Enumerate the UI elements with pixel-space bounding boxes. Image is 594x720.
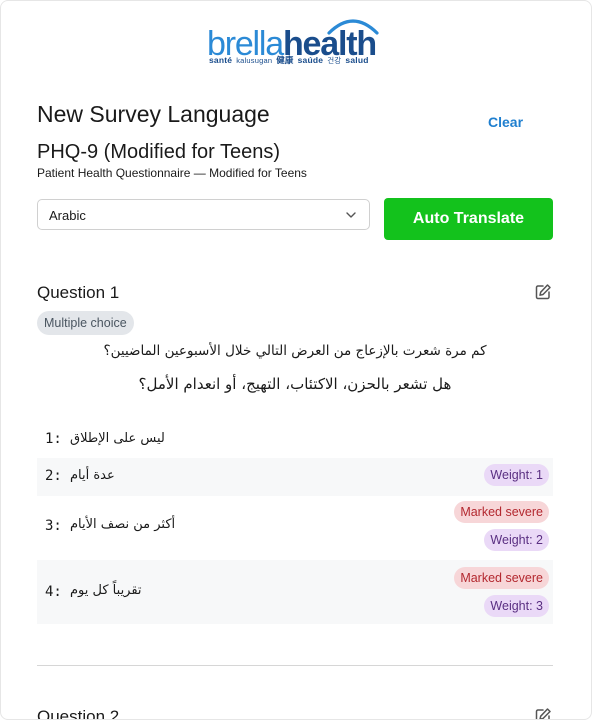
pencil-edit-icon[interactable]: [534, 707, 552, 720]
answer-text: أكثر من نصف الأيام: [70, 517, 176, 532]
answer-text: تقريباً كل يوم: [70, 583, 142, 598]
answer-row: 2: عدة أيام Weight: 1: [37, 458, 553, 496]
answer-row: 3: أكثر من نصف الأيام Marked severe Weig…: [37, 496, 553, 558]
weight-badge: Weight: 3: [484, 595, 549, 617]
survey-language-panel: brellahealth santé kalusugan 健康 saúde 건강 salu…: [0, 0, 592, 720]
weight-badge: Weight: 1: [484, 464, 549, 486]
weight-badge: Weight: 2: [484, 529, 549, 551]
answer-row: 4: تقريباً كل يوم Marked severe Weight: …: [37, 560, 553, 624]
brellahealth-logo: brellahealth santé kalusugan 健康 saúde 건강 salu…: [207, 13, 387, 69]
chevron-down-icon: [346, 212, 356, 218]
answer-text: ليس على الإطلاق: [70, 431, 165, 446]
severity-badge: Marked severe: [454, 567, 549, 589]
severity-badge: Marked severe: [454, 501, 549, 523]
answer-row: 1: ليس على الإطلاق: [37, 423, 553, 455]
answer-number: 3:: [45, 518, 62, 534]
answer-number: 4:: [45, 584, 62, 600]
logo-tagline: santé kalusugan 健康 saúde 건강 salud: [209, 55, 369, 65]
auto-translate-button[interactable]: Auto Translate: [384, 198, 553, 240]
page-title: New Survey Language: [37, 101, 270, 127]
language-select[interactable]: Arabic: [37, 199, 370, 230]
question-type-badge: Multiple choice: [37, 311, 134, 335]
question-prompt: كم مرة شعرت بالإزعاج من العرض التالي خلا…: [103, 343, 487, 359]
survey-subtitle: Patient Health Questionnaire — Modified …: [37, 166, 307, 180]
answer-number: 1:: [45, 431, 62, 447]
language-select-value: Arabic: [49, 208, 86, 223]
answer-text: عدة أيام: [70, 468, 115, 483]
section-divider: [37, 665, 553, 666]
answer-number: 2:: [45, 468, 62, 484]
question-1-title: Question 1: [37, 283, 120, 302]
clear-button[interactable]: Clear: [488, 114, 523, 130]
pencil-edit-icon[interactable]: [534, 283, 552, 301]
question-2-title: Question 2: [37, 707, 120, 720]
survey-name: PHQ-9 (Modified for Teens): [37, 141, 281, 163]
question-text: هل تشعر بالحزن، الاكتئاب، التهيج، أو انع…: [138, 375, 452, 393]
